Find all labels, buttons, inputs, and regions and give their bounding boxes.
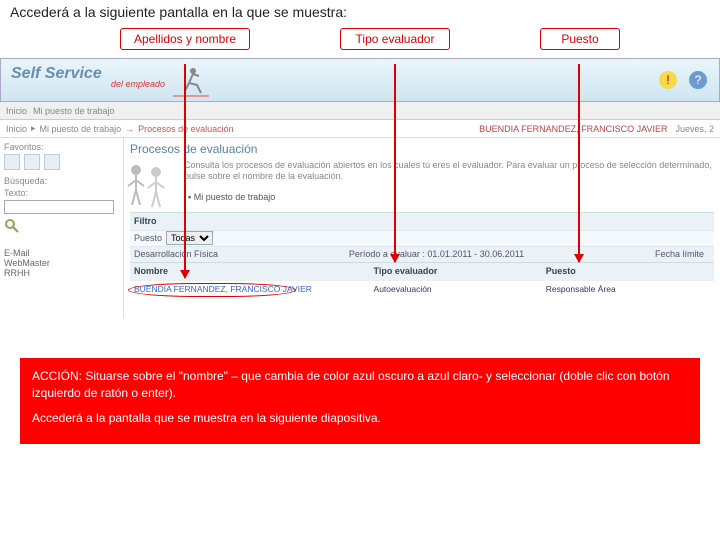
- sidebar-favoritos-label: Favoritos:: [4, 142, 119, 152]
- sidebar-link-webmaster[interactable]: WebMaster: [4, 258, 119, 268]
- sidebar: Favoritos: Búsqueda: Texto: E-Mail WebMa…: [0, 138, 124, 318]
- crumb-inicio[interactable]: Inicio: [6, 124, 27, 134]
- tab-inicio[interactable]: Inicio: [6, 106, 27, 116]
- chevron-right-icon: ▸: [31, 123, 36, 134]
- people-illustration-icon: [122, 160, 170, 210]
- embedded-screenshot: Self Service del empleado ! ? Inicio Mi …: [0, 58, 720, 318]
- crumb-puesto[interactable]: Mi puesto de trabajo: [40, 124, 122, 134]
- col-nombre: Nombre: [130, 266, 370, 276]
- cell-puesto: Responsable Área: [542, 284, 714, 294]
- app-logo-subtext: del empleado: [111, 79, 165, 89]
- arrow-right-icon: →: [125, 124, 134, 134]
- current-user: BUENDIA FERNANDEZ, FRANCISCO JAVIER: [479, 124, 667, 134]
- label-tipo: Tipo evaluador: [340, 28, 450, 50]
- filter-row: Filtro: [130, 212, 714, 230]
- label-apellidos: Apellidos y nombre: [120, 28, 250, 50]
- content-description: Consulta los procesos de evaluación abie…: [184, 160, 714, 182]
- runner-icon: [171, 63, 211, 99]
- tab-bar: Inicio Mi puesto de trabajo: [0, 102, 720, 120]
- bullet-mi-puesto[interactable]: ▪ Mi puesto de trabajo: [188, 192, 714, 202]
- svg-text:?: ?: [695, 73, 702, 87]
- fav-lock-icon[interactable]: [44, 154, 60, 170]
- sidebar-link-email[interactable]: E-Mail: [4, 248, 119, 258]
- sidebar-busqueda-label: Búsqueda:: [4, 176, 119, 186]
- crumb-procesos: Procesos de evaluación: [138, 124, 234, 134]
- annotation-labels: Apellidos y nombre Tipo evaluador Puesto: [0, 28, 720, 56]
- fav-tree-icon[interactable]: [24, 154, 40, 170]
- filter-label: Filtro: [134, 216, 157, 226]
- label-puesto: Puesto: [540, 28, 620, 50]
- warning-icon[interactable]: !: [657, 69, 679, 91]
- action-instructions: ACCIÓN: Situarse sobre el "nombre" – que…: [20, 358, 700, 444]
- content-heading: Procesos de evaluación: [130, 142, 714, 156]
- current-date: Jueves, 2: [675, 124, 714, 134]
- page-title: Accederá a la siguiente pantalla en la q…: [0, 0, 720, 24]
- sidebar-texto-label: Texto:: [4, 188, 119, 198]
- col-tipo: Tipo evaluador: [370, 266, 542, 276]
- table-row: BUENDIA FERNANDEZ, FRANCISCO JAVIER Auto…: [130, 280, 714, 298]
- cell-tipo: Autoevaluación: [370, 284, 542, 294]
- cell-nombre-link[interactable]: BUENDIA FERNANDEZ, FRANCISCO JAVIER: [130, 284, 370, 294]
- col-puesto: Puesto: [542, 266, 714, 276]
- search-input[interactable]: [4, 200, 114, 214]
- evaluation-group-row: Desarrollación Física Período a evaluar …: [130, 246, 714, 262]
- fecha-limite-label: Fecha límite: [655, 249, 704, 259]
- svg-text:!: !: [666, 73, 669, 87]
- help-icon[interactable]: ?: [687, 69, 709, 91]
- fav-add-icon[interactable]: [4, 154, 20, 170]
- sidebar-link-rrhh[interactable]: RRHH: [4, 268, 119, 278]
- search-icon[interactable]: [4, 218, 20, 234]
- breadcrumb: Inicio ▸ Mi puesto de trabajo → Procesos…: [0, 120, 720, 138]
- grad-label: Desarrollación Física: [134, 249, 218, 259]
- bullet-label: Mi puesto de trabajo: [194, 192, 276, 202]
- puesto-select[interactable]: Todas: [166, 231, 213, 245]
- content-panel: Procesos de evaluación Consulta los proc…: [124, 138, 720, 318]
- action-line-1: ACCIÓN: Situarse sobre el "nombre" – que…: [32, 368, 688, 402]
- app-header: Self Service del empleado ! ?: [0, 58, 720, 102]
- app-logo-text: Self Service: [11, 65, 102, 83]
- table-header: Nombre Tipo evaluador Puesto: [130, 262, 714, 280]
- tab-puesto[interactable]: Mi puesto de trabajo: [33, 106, 115, 116]
- action-line-2: Accederá a la pantalla que se muestra en…: [32, 410, 688, 427]
- periodo-label: Período a evaluar : 01.01.2011 - 30.06.2…: [349, 249, 524, 259]
- puesto-filter-label: Puesto: [134, 233, 162, 243]
- puesto-filter-row: Puesto Todas: [130, 230, 714, 246]
